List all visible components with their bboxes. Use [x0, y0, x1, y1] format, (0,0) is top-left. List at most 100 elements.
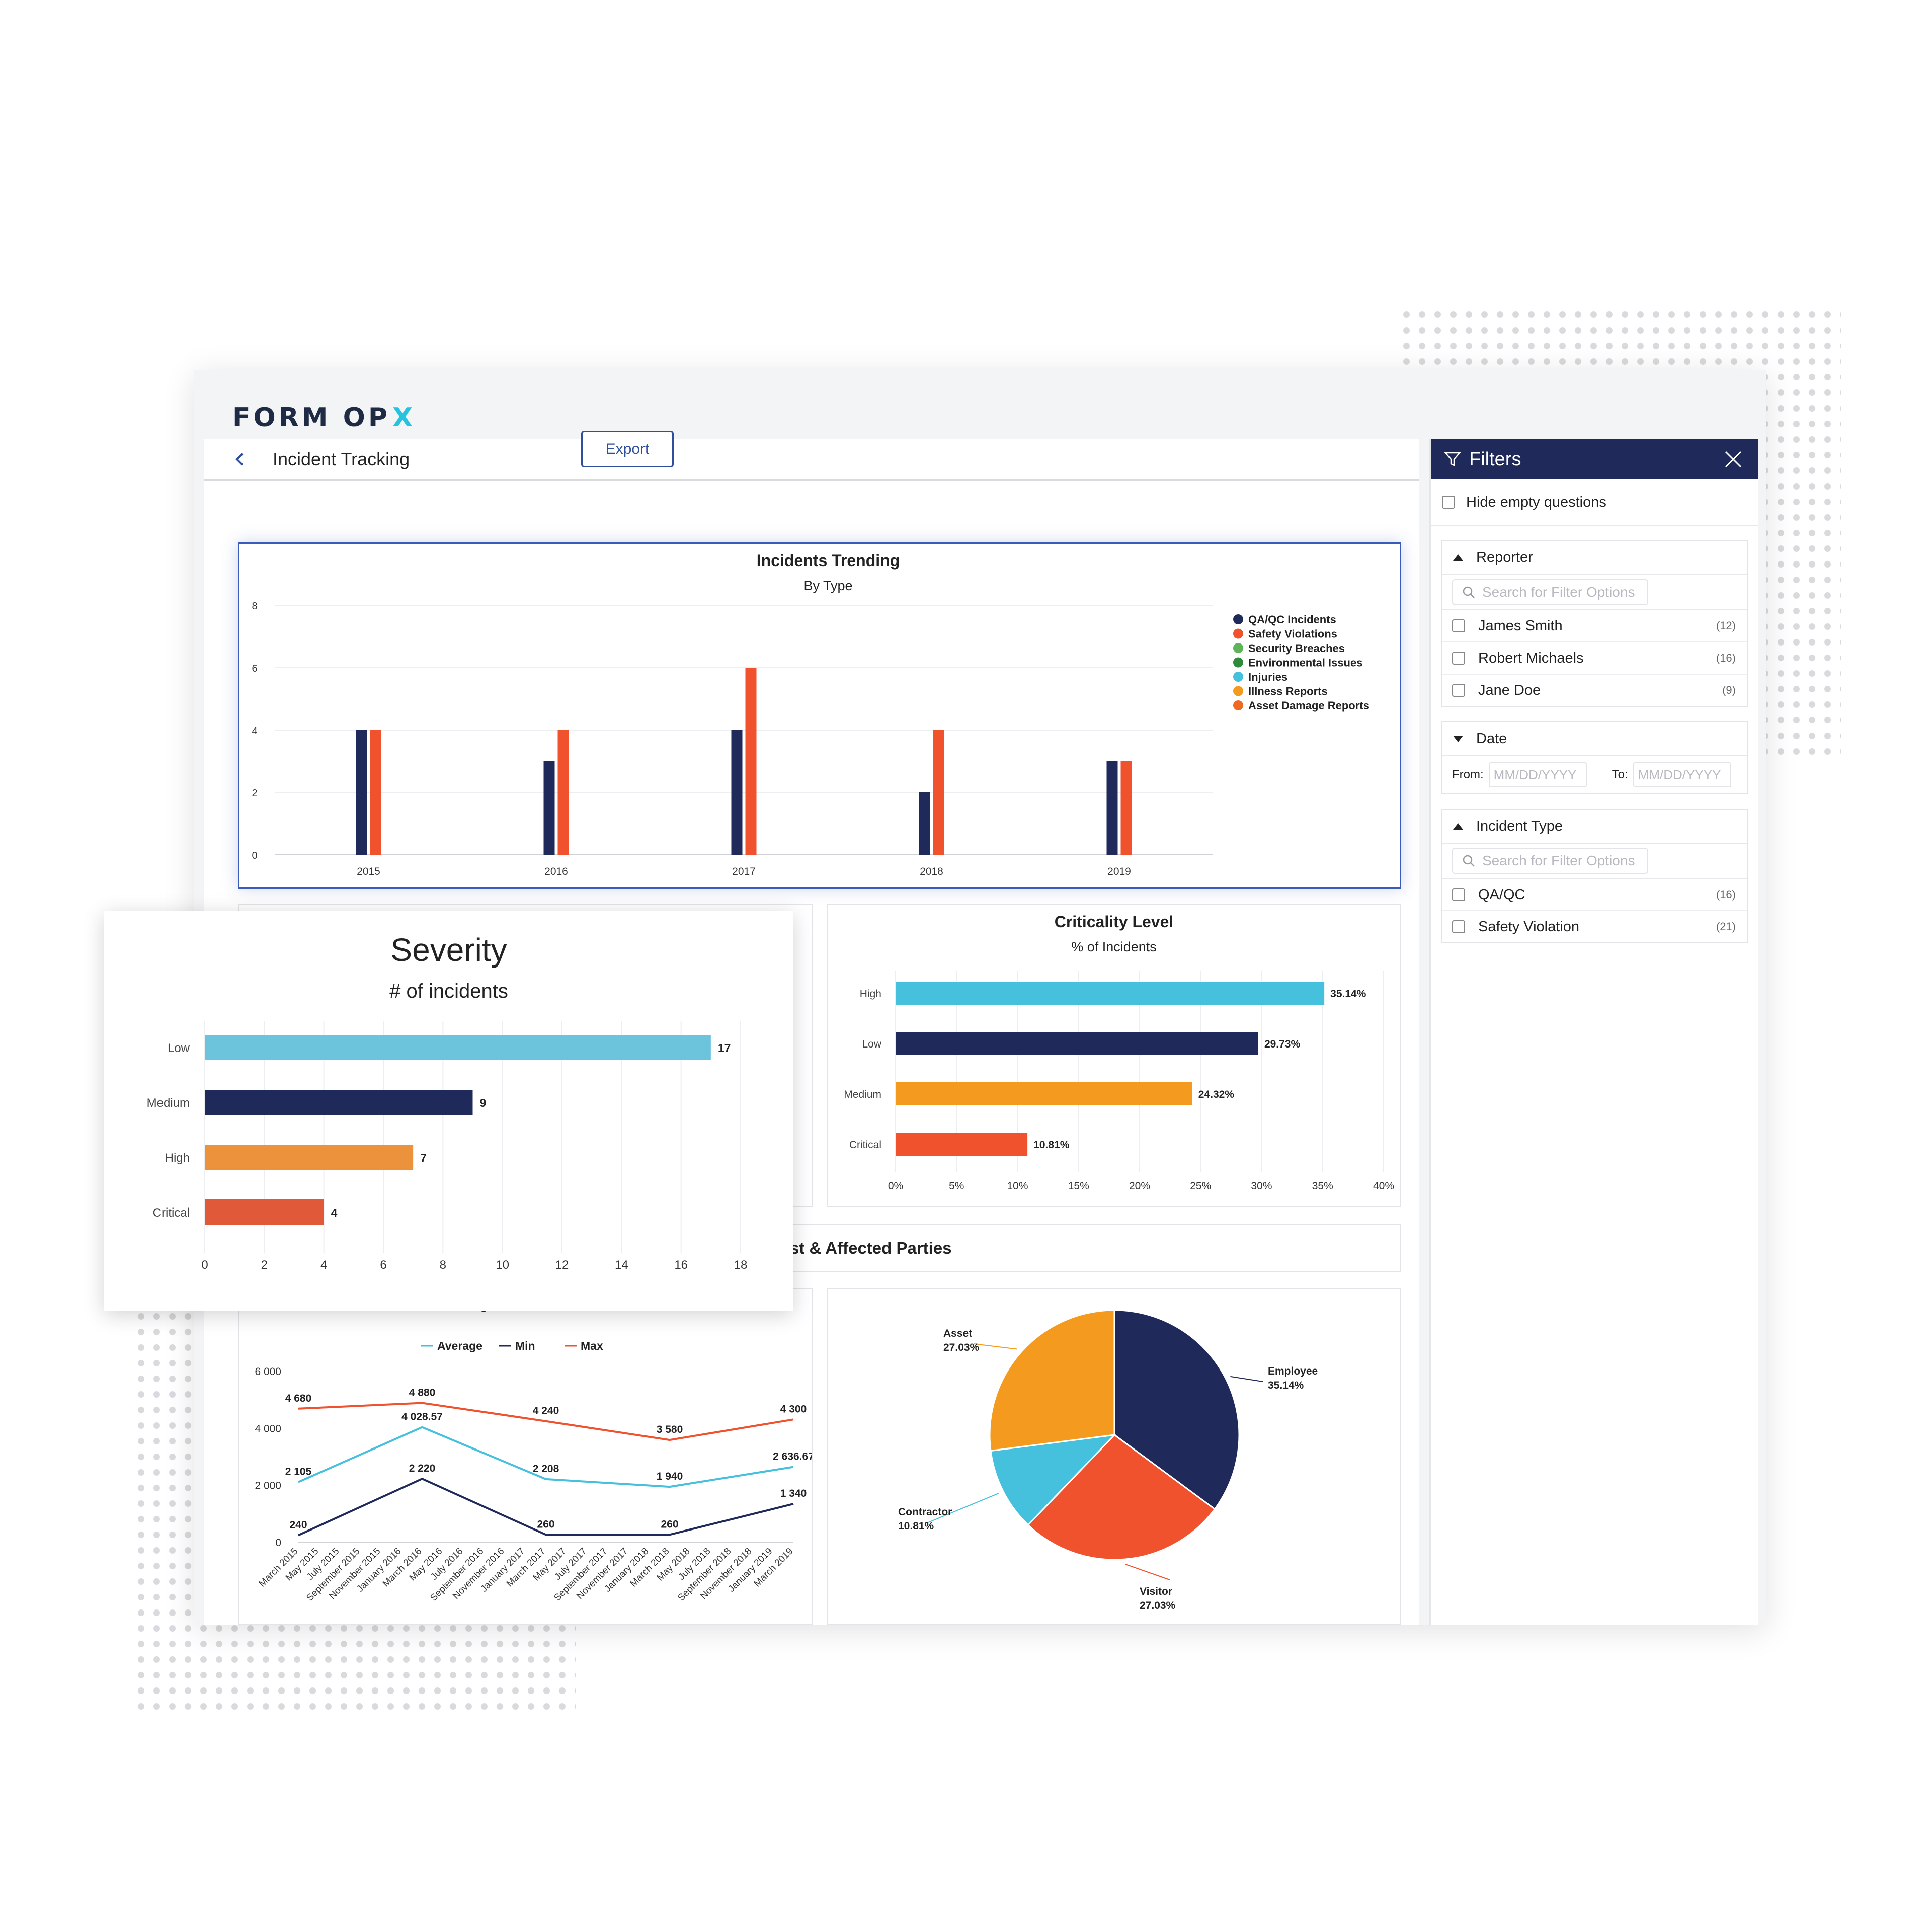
data-label: 35.14% [1330, 988, 1366, 1000]
bar [543, 761, 555, 855]
filters-panel: Filters Hide empty questions Reporter Se… [1429, 439, 1758, 1625]
date-range: From: MM/DD/YYYY To: MM/DD/YYYY [1442, 756, 1747, 793]
reporter-section: Reporter Search for Filter Options James… [1441, 540, 1748, 707]
affected-parties-pie-panel: Employee 35.14% Visitor 27.03% Contractor 10.… [827, 1288, 1401, 1625]
reporter-header[interactable]: Reporter [1442, 541, 1747, 575]
collapse-icon [1453, 823, 1463, 830]
x-tick-label: 15% [1068, 1180, 1089, 1192]
legend-marker [1233, 628, 1243, 639]
data-label: 260 [661, 1518, 678, 1530]
chart-subtitle: % of Incidents [1071, 939, 1157, 954]
affected-parties-title: st & Affected Parties [790, 1239, 952, 1257]
y-tick-label: Medium [844, 1089, 881, 1100]
date-label: Date [1476, 730, 1507, 747]
chart-title: Severity [390, 932, 507, 968]
y-tick-label: Low [168, 1041, 190, 1055]
data-label: 2 208 [533, 1463, 559, 1475]
to-label: To: [1612, 768, 1628, 781]
affected-parties-header-panel: st & Affected Parties [730, 1224, 1401, 1272]
incident-type-header[interactable]: Incident Type [1442, 810, 1747, 844]
export-button[interactable]: Export [581, 431, 674, 467]
x-tick-label: 18 [734, 1258, 748, 1272]
filter-option[interactable]: Safety Violation (21) [1442, 911, 1747, 942]
data-label: 7 [420, 1151, 427, 1164]
filter-option[interactable]: Jane Doe (9) [1442, 675, 1747, 706]
y-tick-label: Low [862, 1038, 881, 1050]
bar [356, 730, 367, 855]
option-checkbox[interactable] [1452, 684, 1465, 697]
to-date-input[interactable]: MM/DD/YYYY [1633, 762, 1731, 787]
option-checkbox[interactable] [1452, 920, 1465, 933]
incident-type-search-input[interactable]: Search for Filter Options [1452, 848, 1648, 874]
back-arrow-icon[interactable] [232, 452, 248, 467]
x-tick-label: 2019 [1107, 866, 1131, 877]
chart-subtitle: # of incidents [389, 980, 508, 1002]
legend-marker [1233, 657, 1243, 668]
bar [205, 1145, 414, 1170]
y-tick-label: 6 [252, 663, 257, 674]
close-icon[interactable] [1724, 450, 1743, 469]
reporter-search: Search for Filter Options [1442, 575, 1747, 610]
x-tick-label: 14 [615, 1258, 628, 1272]
search-icon [1463, 855, 1475, 867]
filter-option[interactable]: Robert Michaels (16) [1442, 642, 1747, 675]
legend-marker [1233, 643, 1243, 653]
leader-line [1230, 1376, 1263, 1382]
hide-empty-checkbox[interactable] [1442, 496, 1455, 509]
bar [933, 730, 944, 855]
date-section: Date From: MM/DD/YYYY To: MM/DD/YYYY [1441, 721, 1748, 794]
slice-label: 35.14% [1268, 1380, 1304, 1391]
option-checkbox[interactable] [1452, 888, 1465, 901]
incident-type-search-placeholder: Search for Filter Options [1482, 853, 1635, 868]
reporter-search-input[interactable]: Search for Filter Options [1452, 579, 1648, 605]
y-tick-label: Critical [153, 1206, 190, 1220]
data-label: 4 [331, 1206, 338, 1219]
data-label: 9 [480, 1096, 487, 1109]
x-tick-label: 10 [496, 1258, 509, 1272]
x-tick-label: 12 [555, 1258, 569, 1272]
criticality-panel: Criticality Level % of Incidents 0% 5% 10% 15… [827, 904, 1401, 1208]
reporter-label: Reporter [1476, 549, 1533, 566]
y-tick-label: 8 [252, 601, 257, 612]
filter-option[interactable]: James Smith (12) [1442, 610, 1747, 642]
data-label: 3 580 [657, 1424, 683, 1435]
option-count: (16) [1716, 652, 1736, 664]
affected-parties-pie-chart: Employee 35.14% Visitor 27.03% Contractor 10.… [898, 1309, 1318, 1612]
legend-label: Min [515, 1339, 535, 1352]
y-tick-label: 4 [252, 726, 257, 737]
x-tick-label: 35% [1312, 1180, 1333, 1192]
option-checkbox[interactable] [1452, 652, 1465, 665]
legend-marker [1233, 686, 1243, 696]
data-label: 29.73% [1264, 1038, 1301, 1050]
bar [205, 1090, 473, 1115]
y-tick-label: 0 [252, 850, 257, 861]
filter-option[interactable]: QA/QC (16) [1442, 879, 1747, 911]
hide-empty-row[interactable]: Hide empty questions [1431, 479, 1758, 526]
option-checkbox[interactable] [1452, 619, 1465, 632]
bar [731, 730, 743, 855]
option-count: (12) [1716, 619, 1736, 632]
y-tick-label: High [860, 988, 881, 1000]
legend-label: Max [581, 1339, 603, 1352]
option-count: (9) [1722, 684, 1736, 696]
y-tick-label: 0 [275, 1537, 281, 1549]
reporter-search-placeholder: Search for Filter Options [1482, 584, 1635, 600]
bar [896, 1082, 1192, 1105]
from-date-input[interactable]: MM/DD/YYYY [1488, 762, 1587, 787]
search-icon [1463, 586, 1475, 598]
x-tick-label: 6 [380, 1258, 386, 1272]
pie-slice [989, 1309, 1115, 1452]
y-tick-label: Medium [147, 1096, 190, 1110]
x-tick-label: 8 [440, 1258, 446, 1272]
y-tick-label: 2 000 [255, 1480, 281, 1492]
date-header[interactable]: Date [1442, 722, 1747, 756]
y-tick-label: Critical [849, 1139, 881, 1151]
legend-label: QA/QC Incidents [1248, 613, 1336, 626]
data-label: 4 240 [533, 1405, 559, 1417]
criticality-chart: Criticality Level % of Incidents 0% 5% 10% 15… [844, 913, 1394, 1192]
filters-header: Filters [1431, 439, 1758, 479]
bar [1120, 761, 1132, 855]
x-tick-label: 10% [1007, 1180, 1028, 1192]
option-count: (21) [1716, 920, 1736, 933]
legend-marker [1233, 614, 1243, 624]
